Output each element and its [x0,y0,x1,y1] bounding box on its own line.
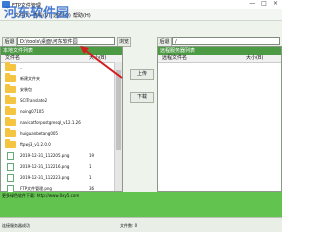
row-filename: noing07105 [20,109,44,114]
table-row[interactable]: SCITranslate2 [1,95,111,106]
status-bar: 连接服务器成功 文件数: 0 [0,217,282,232]
table-row[interactable]: navicatforpostgresql_v12.1.26 [1,117,111,128]
remote-column-header: 远程文件名 大小(B) [158,55,281,63]
menu-file[interactable]: 文件(F) [14,12,31,19]
row-filename: .. [20,65,23,70]
row-filename: 安装包 [20,87,32,92]
window-title: FTP文件管理 [12,3,41,9]
local-path-input[interactable]: D:\tools\桌面\河东软件园 [17,37,115,45]
menu-options[interactable]: 选项(O) [53,12,71,19]
local-file-panel: 本地文件列表 文件名 大小(B) .. 新建文件夹安装包 SCITranslate2… [0,46,123,193]
title-bar: FTP文件管理 — □ × [0,0,282,9]
table-row[interactable]: 2019-12-31_112216.png 1 [1,161,111,172]
remote-path-input[interactable]: / [172,37,280,45]
close-icon[interactable]: × [272,1,279,7]
menu-help[interactable]: 帮助(H) [73,12,91,19]
remote-file-panel: 远程服务器列表 远程文件名 大小(B) [157,46,282,192]
window-controls: — □ × [246,1,279,7]
status-file-count: 文件数: 0 [120,223,138,228]
folder-icon [5,73,16,82]
folder-icon [5,84,16,93]
row-size: 1 [89,164,92,169]
promo-message: 更多绿色软件下载: http://www.0xy5.com [2,193,80,198]
download-button[interactable]: 下载 [130,92,154,103]
row-filename: navicatforpostgresql_v12.1.26 [20,120,81,125]
table-row[interactable]: 2019-12-31_112205.png 19 [1,150,111,161]
table-row[interactable]: .. [1,62,111,73]
local-panel-title: 本地文件列表 [1,47,122,55]
col-remote-size[interactable]: 大小(B) [246,55,263,62]
table-row[interactable]: noing07105 [1,106,111,117]
file-icon [7,174,14,182]
parent-folder-icon [5,62,16,71]
folder-icon [5,128,16,137]
menu-view[interactable]: 查看(V) [33,12,50,19]
row-size: 19 [89,153,95,158]
status-connection: 连接服务器成功 [2,223,30,228]
message-area: 更多绿色软件下载: http://www.0xy5.com [0,192,282,217]
row-filename: SCITranslate2 [20,98,48,103]
app-window: FTP文件管理 — □ × 文件(F) 查看(V) 选项(O) 帮助(H) 河东… [0,0,282,232]
row-filename: huiguanbetang005 [20,131,58,136]
table-row[interactable]: 新建文件夹 [1,73,111,84]
folder-icon [5,106,16,115]
table-row[interactable]: 2019-12-31_112223.png 1 [1,172,111,183]
row-filename: ftpwj3_v1.2.0.0 [20,142,51,147]
row-filename: 2019-12-31_112216.png [20,164,70,169]
row-size: 1 [89,175,92,180]
col-remote-filename[interactable]: 远程文件名 [162,55,187,62]
table-row[interactable]: ftpwj3_v1.2.0.0 [1,139,111,150]
col-size[interactable]: 大小(B) [89,55,106,62]
folder-icon [5,95,16,104]
scroll-thumb[interactable] [116,70,121,150]
table-row[interactable]: huiguanbetang005 [1,128,111,139]
minimize-icon[interactable]: — [249,1,256,7]
app-icon [2,1,10,8]
menu-bar: 文件(F) 查看(V) 选项(O) 帮助(H) [0,9,282,21]
folder-icon [5,117,16,126]
maximize-icon[interactable]: □ [260,1,267,7]
row-filename: 新建文件夹 [20,76,40,81]
file-icon [7,152,14,160]
col-filename[interactable]: 文件名 [5,55,20,62]
folder-icon [5,139,16,148]
row-filename: 2019-12-31_112223.png [20,175,70,180]
file-icon [7,163,14,171]
upload-button[interactable]: 上传 [130,69,154,80]
remote-panel-title: 远程服务器列表 [158,47,281,55]
local-scrollbar[interactable] [114,62,122,191]
table-row[interactable]: 安装包 [1,84,111,95]
row-filename: 2019-12-31_112205.png [20,153,70,158]
